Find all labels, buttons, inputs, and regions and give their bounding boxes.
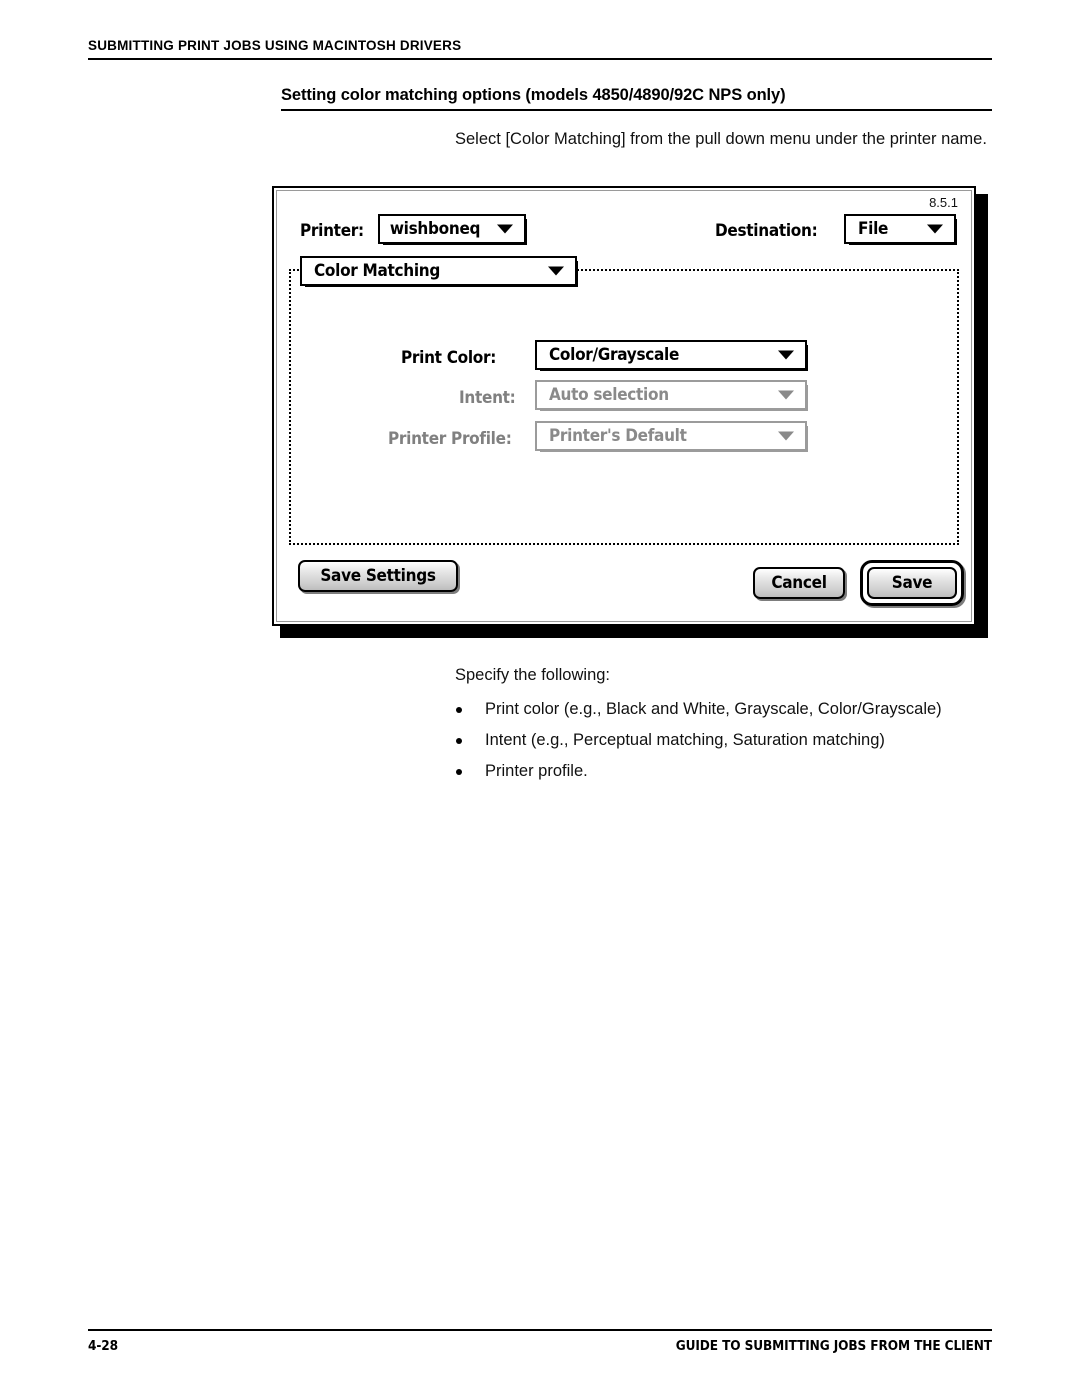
bullet-dot-icon: [456, 769, 462, 775]
section-heading-text: Setting color matching options (models 4…: [281, 86, 786, 104]
list-item-label: Intent (e.g., Perceptual matching, Satur…: [485, 731, 885, 749]
chevron-down-icon: [778, 350, 794, 360]
chevron-down-icon: [548, 266, 564, 276]
destination-label: Destination:: [715, 221, 818, 241]
chevron-down-icon: [778, 390, 794, 400]
footer-rule: [88, 1329, 992, 1331]
printer-popup[interactable]: wishboneq: [378, 214, 527, 245]
save-button-label: Save: [891, 573, 933, 593]
destination-popup-shadow: [954, 219, 957, 245]
bullet-dot-icon: [456, 738, 462, 744]
bullet-dot-icon: [456, 707, 462, 713]
intent-popup: Auto selection: [535, 380, 808, 411]
save-button[interactable]: Save: [867, 567, 957, 599]
page-number: 4-28: [88, 1338, 118, 1354]
settings-pane: Print Color: Color/Grayscale Intent: Aut…: [289, 269, 959, 545]
printer-label: Printer:: [300, 221, 364, 241]
chevron-down-icon: [778, 431, 794, 441]
pane-selector-popup[interactable]: Color Matching: [300, 256, 578, 287]
print-color-popup-value: Color/Grayscale: [549, 345, 680, 365]
print-dialog-figure: 8.5.1 Printer: wishboneq Destination: Fi…: [272, 186, 988, 638]
print-color-label: Print Color:: [401, 348, 497, 368]
printer-profile-label: Printer Profile:: [388, 429, 512, 449]
chevron-down-icon: [497, 224, 513, 234]
specify-bullet-list: Print color (e.g., Black and White, Gray…: [455, 694, 1000, 787]
intro-paragraph: Select [Color Matching] from the pull do…: [455, 130, 987, 148]
section-heading-rule: [281, 109, 992, 111]
running-header: SUBMITTING PRINT JOBS USING MACINTOSH DR…: [88, 38, 992, 60]
pane-selector-popup-value: Color Matching: [314, 261, 441, 281]
printer-profile-popup-shadow: [805, 426, 808, 452]
section-heading: Setting color matching options (models 4…: [281, 86, 992, 111]
cancel-button[interactable]: Cancel: [753, 567, 845, 599]
list-item: Printer profile.: [455, 756, 1000, 787]
chevron-down-icon: [927, 224, 943, 234]
cancel-button-label: Cancel: [771, 573, 827, 593]
pane-selector-popup-shadow: [575, 261, 578, 287]
specify-paragraph: Specify the following:: [455, 666, 611, 684]
destination-popup-value: File: [858, 219, 889, 239]
page-footer: 4-28 GUIDE TO SUBMITTING JOBS FROM THE C…: [88, 1329, 992, 1354]
print-dialog: 8.5.1 Printer: wishboneq Destination: Fi…: [272, 186, 976, 626]
running-header-text: SUBMITTING PRINT JOBS USING MACINTOSH DR…: [88, 38, 462, 53]
print-color-popup-shadow: [805, 345, 808, 371]
list-item: Print color (e.g., Black and White, Gray…: [455, 694, 1000, 725]
print-color-popup[interactable]: Color/Grayscale: [535, 340, 808, 371]
printer-popup-value: wishboneq: [389, 219, 481, 239]
list-item: Intent (e.g., Perceptual matching, Satur…: [455, 725, 1000, 756]
intent-popup-value: Auto selection: [549, 385, 669, 405]
printer-profile-popup-value: Printer's Default: [549, 426, 687, 446]
printer-popup-shadow: [524, 219, 527, 245]
printer-profile-popup: Printer's Default: [535, 421, 808, 452]
intent-label: Intent:: [459, 388, 516, 408]
save-settings-button[interactable]: Save Settings: [298, 560, 458, 592]
destination-popup[interactable]: File: [844, 214, 957, 245]
header-rule: [88, 58, 992, 60]
intent-popup-shadow: [805, 385, 808, 411]
driver-version-label: 8.5.1: [929, 195, 958, 210]
list-item-label: Printer profile.: [485, 762, 588, 780]
save-settings-button-label: Save Settings: [320, 566, 436, 586]
footer-guide-text: GUIDE TO SUBMITTING JOBS FROM THE CLIENT: [675, 1338, 992, 1354]
list-item-label: Print color (e.g., Black and White, Gray…: [485, 700, 942, 718]
